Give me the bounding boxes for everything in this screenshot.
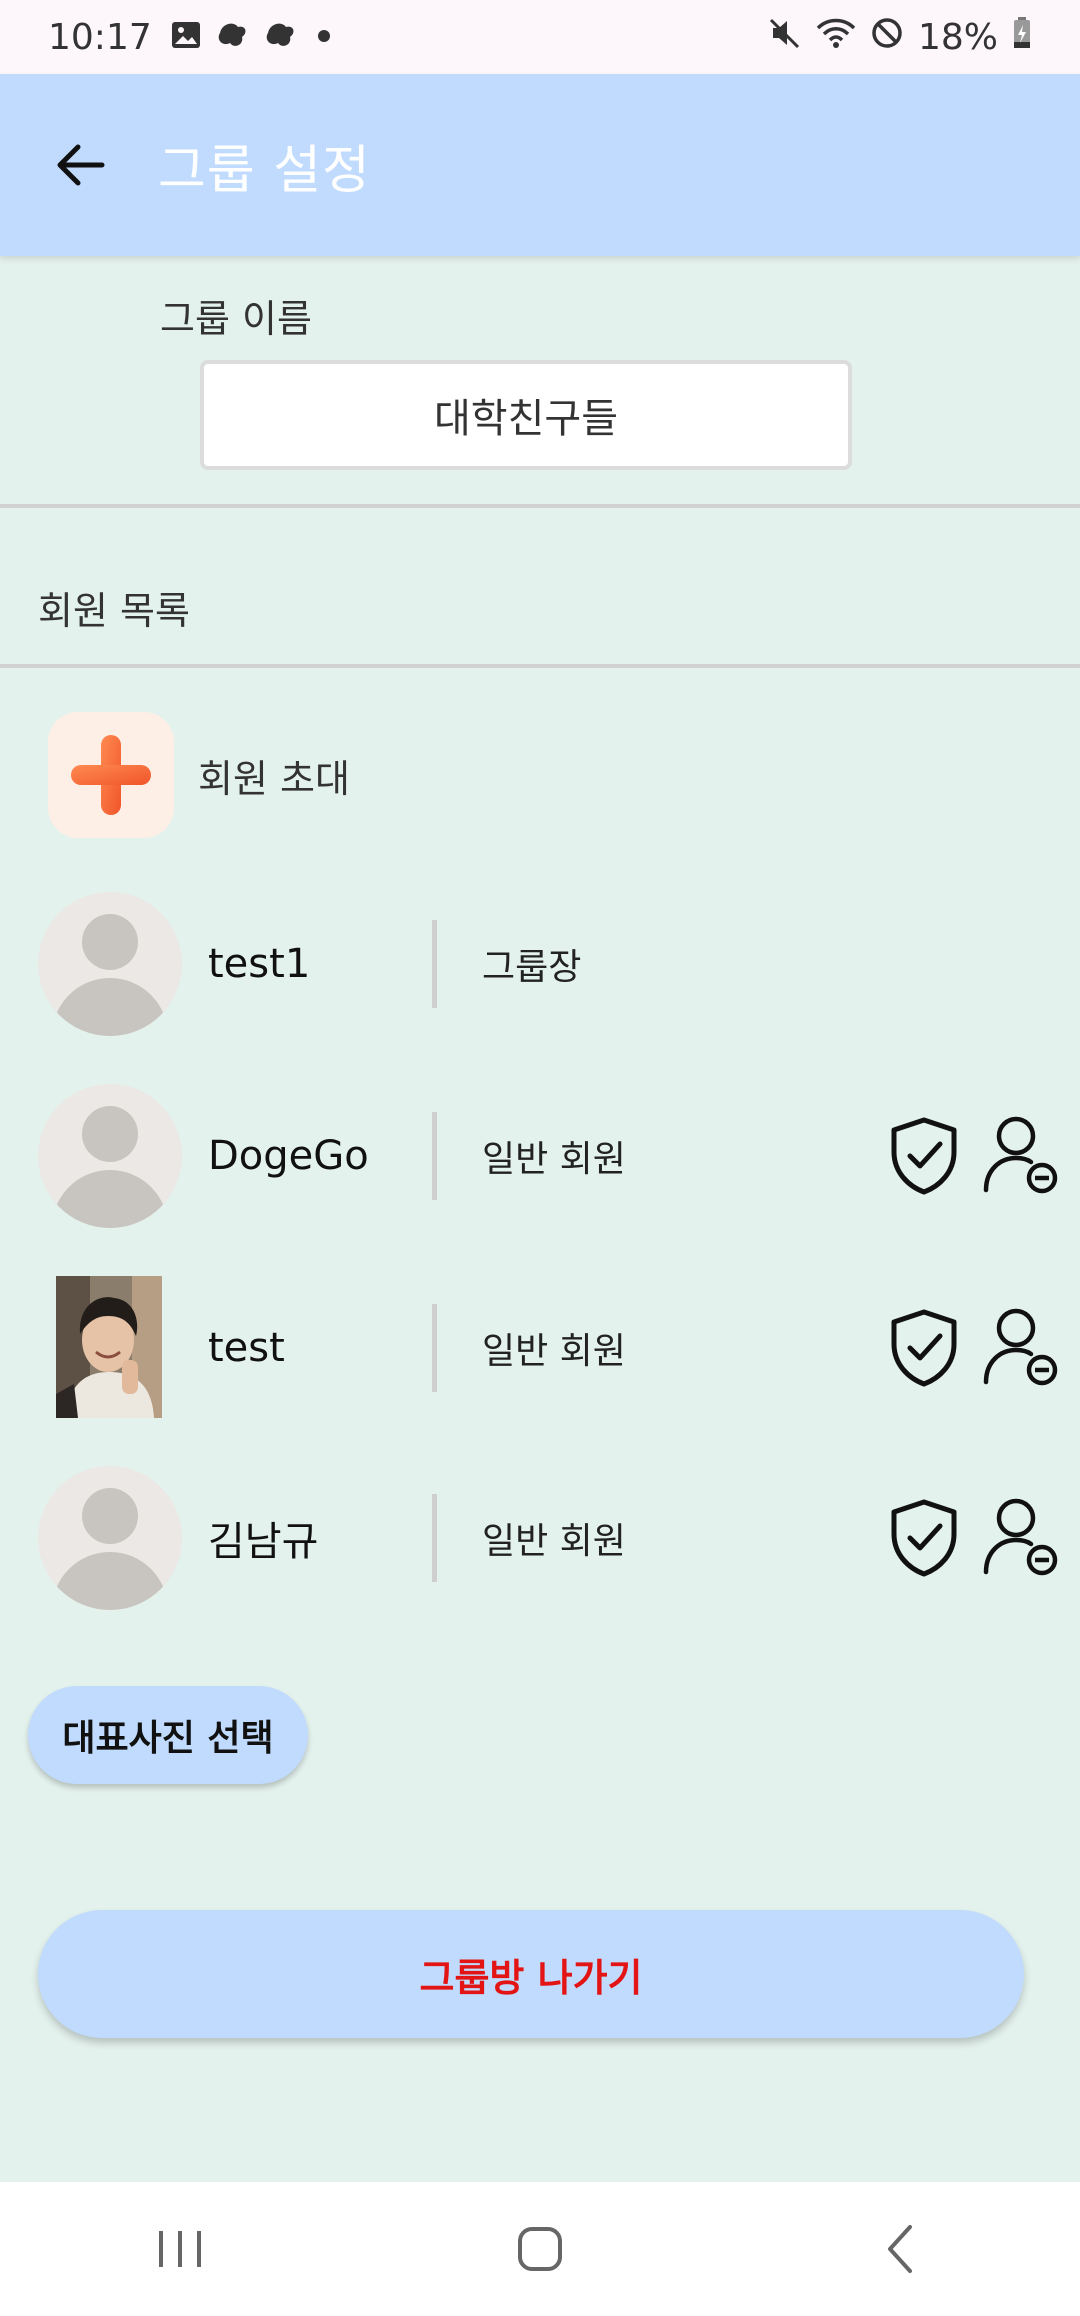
battery-percent: 18% [917,16,998,58]
shield-check-icon [891,1499,957,1577]
image-icon [170,19,202,55]
avatar [38,892,182,1036]
dot-icon [312,19,336,55]
remove-member-button[interactable] [982,1496,1060,1580]
leaf-icon [264,19,298,55]
member-row[interactable]: DogeGo 일반 회원 [0,1084,1080,1234]
remove-member-button[interactable] [982,1114,1060,1198]
wifi-icon [816,16,856,59]
chevron-left-icon [888,2225,912,2273]
make-admin-button[interactable] [888,1308,960,1388]
member-row[interactable]: test 일반 회원 [0,1276,1080,1426]
member-name: test [208,1325,285,1371]
leaf-icon [216,19,250,55]
avatar [38,1084,182,1228]
make-admin-button[interactable] [888,1116,960,1196]
group-name-field[interactable]: 대학친구들 [200,360,852,470]
back-button[interactable] [40,125,120,205]
recent-apps-icon [159,2231,201,2267]
blocked-icon [870,16,904,59]
shield-check-icon [891,1117,957,1195]
divider [0,664,1080,668]
status-bar: 10:17 18% [0,0,1080,74]
home-icon [518,2227,562,2271]
member-role: 그룹장 [482,947,582,988]
group-name-label: 그룹 이름 [160,297,312,341]
member-name: test1 [208,941,311,987]
remove-member-button[interactable] [982,1306,1060,1390]
member-role: 일반 회원 [482,1139,626,1180]
divider [432,1494,437,1582]
divider [432,1304,437,1392]
plus-icon [48,712,174,838]
member-row[interactable]: test1 그룹장 [0,892,1080,1042]
system-back-button[interactable] [840,2204,960,2294]
member-role: 일반 회원 [482,1331,626,1372]
invite-member-label: 회원 초대 [198,756,350,801]
status-time: 10:17 [48,16,152,58]
member-name: DogeGo [208,1133,369,1179]
arrow-left-icon [57,144,105,186]
group-name-value: 대학친구들 [434,396,618,442]
invite-member-button[interactable]: 회원 초대 [48,712,350,838]
divider [432,1112,437,1200]
members-section-title: 회원 목록 [38,589,190,633]
member-role: 일반 회원 [482,1521,626,1562]
shield-check-icon [891,1309,957,1387]
avatar [56,1276,162,1418]
make-admin-button[interactable] [888,1498,960,1578]
page-title: 그룹 설정 [158,140,371,201]
divider [432,920,437,1008]
member-row[interactable]: 김남규 일반 회원 [0,1466,1080,1616]
leave-group-label: 그룹방 나가기 [419,1955,643,2000]
avatar [38,1466,182,1610]
member-name: 김남규 [208,1519,319,1565]
select-representative-photo-label: 대표사진 선택 [62,1718,274,1759]
recent-apps-button[interactable] [120,2204,240,2294]
user-remove-icon [983,1498,1058,1576]
battery-icon [1012,16,1032,59]
select-representative-photo-button[interactable]: 대표사진 선택 [28,1686,308,1784]
leave-group-button[interactable]: 그룹방 나가기 [38,1910,1024,2038]
user-remove-icon [983,1116,1058,1194]
user-remove-icon [983,1308,1058,1386]
mute-icon [768,16,802,59]
system-nav-bar [0,2182,1080,2316]
app-bar: 그룹 설정 [0,74,1080,256]
home-button[interactable] [480,2204,600,2294]
divider [0,504,1080,508]
